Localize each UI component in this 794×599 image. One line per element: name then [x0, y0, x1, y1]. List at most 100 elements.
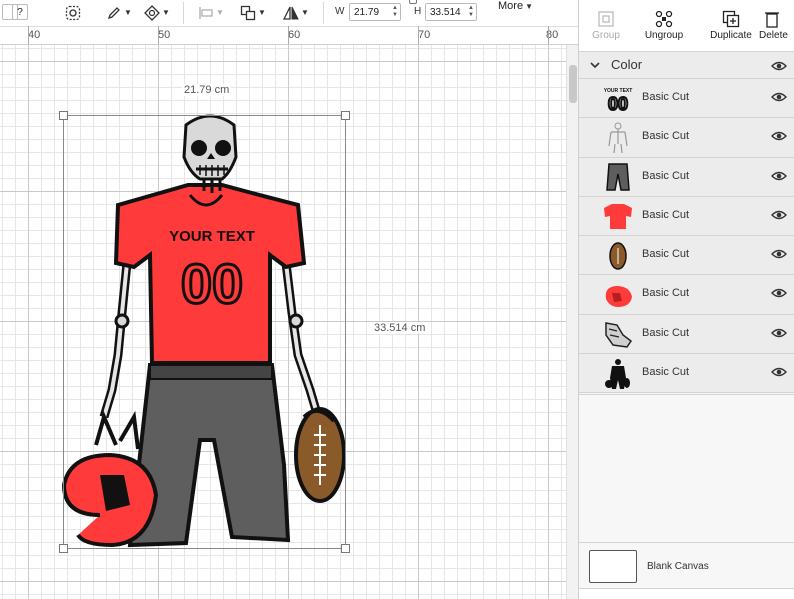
- group-button[interactable]: Group: [576, 8, 636, 41]
- duplicate-button[interactable]: Duplicate: [701, 8, 761, 41]
- more-button[interactable]: More ▼: [498, 0, 533, 12]
- arrange-icon: [240, 5, 256, 20]
- blank-canvas-row[interactable]: Blank Canvas: [579, 542, 794, 588]
- delete-icon: [765, 12, 779, 28]
- resize-handle[interactable]: [59, 544, 68, 553]
- help-label: ?: [17, 6, 23, 18]
- duplicate-icon: [722, 10, 740, 28]
- height-dimension-label: 33.514 cm: [372, 322, 428, 334]
- chevron-down-icon: ▼: [525, 2, 533, 11]
- layers-panel: Group Ungroup Duplicate Delete Color YOU…: [578, 0, 794, 599]
- offset-icon[interactable]: [63, 3, 83, 22]
- width-input[interactable]: 21.79 ▲ ▼: [349, 3, 401, 21]
- height-input[interactable]: 33.514 ▲ ▼: [425, 3, 477, 21]
- layer-row[interactable]: Basic Cut: [579, 275, 794, 315]
- eye-icon[interactable]: [771, 327, 787, 339]
- fill-icon: [144, 4, 160, 21]
- align-dropdown[interactable]: ▼: [198, 3, 224, 22]
- skeleton-thumbnail: [601, 122, 635, 153]
- chevron-down-icon: ▼: [162, 8, 170, 17]
- resize-handle[interactable]: [59, 111, 68, 120]
- top-toolbar: ? ▼ ▼ ▼ ▼ ▼ W 21.79 ▲ ▼ H 33.514 ▲ ▼ More ▼: [0, 0, 578, 27]
- fill-dropdown[interactable]: ▼: [144, 3, 170, 22]
- layer-label: Basic Cut: [642, 91, 690, 103]
- width-value: 21.79: [354, 6, 380, 18]
- silhouette-thumbnail: [601, 358, 635, 389]
- canvas-swatch[interactable]: [589, 550, 637, 583]
- eye-icon[interactable]: [771, 287, 787, 299]
- chevron-down-icon: ▼: [258, 8, 266, 17]
- height-value: 33.514: [430, 6, 461, 18]
- layer-label: Basic Cut: [642, 130, 690, 143]
- width-label: W: [335, 6, 345, 17]
- ungroup-button[interactable]: Ungroup: [634, 8, 694, 41]
- chevron-down-icon[interactable]: [589, 59, 601, 71]
- layer-row[interactable]: Basic Cut: [579, 157, 794, 197]
- layer-row[interactable]: Basic Cut: [579, 196, 794, 237]
- layers-toolbar: Group Ungroup Duplicate Delete: [579, 0, 794, 52]
- arrange-dropdown[interactable]: ▼: [240, 3, 266, 22]
- width-dimension-label: 21.79 cm: [182, 84, 232, 96]
- layer-label: Basic Cut: [642, 366, 690, 379]
- duplicate-label: Duplicate: [710, 30, 752, 41]
- resize-handle[interactable]: [341, 544, 350, 553]
- eye-icon[interactable]: [771, 209, 787, 221]
- eye-icon[interactable]: [771, 170, 787, 182]
- eye-icon[interactable]: [771, 91, 787, 103]
- vertical-scrollbar[interactable]: [566, 45, 578, 599]
- layers-empty-area: [579, 394, 794, 542]
- football-thumbnail: [601, 240, 635, 271]
- helmet-thumbnail: [601, 279, 635, 310]
- help-button[interactable]: ?: [12, 4, 28, 20]
- height-label: H: [414, 6, 422, 17]
- width-stepper[interactable]: ▲ ▼: [392, 5, 398, 19]
- design-canvas[interactable]: YOUR TEXT 00 21.79 cm 33.514 cm: [0, 45, 566, 599]
- layer-row[interactable]: Basic Cut: [579, 236, 794, 276]
- ungroup-label: Ungroup: [644, 30, 684, 41]
- layer-label: Basic Cut: [642, 208, 690, 221]
- height-stepper[interactable]: ▲ ▼: [468, 5, 474, 19]
- layer-label: Basic Cut: [642, 169, 690, 182]
- eye-icon[interactable]: [771, 60, 787, 72]
- ruler-label: 60: [288, 29, 301, 41]
- blank-canvas-label: Blank Canvas: [647, 561, 709, 572]
- lock-icon[interactable]: [409, 0, 417, 4]
- horizontal-ruler: 40 50 60 70 80: [0, 26, 578, 45]
- flip-dropdown[interactable]: ▼: [283, 3, 309, 22]
- resize-handle[interactable]: [341, 111, 350, 120]
- layer-row[interactable]: Basic Cut: [579, 118, 794, 158]
- layer-label: Basic Cut: [642, 287, 690, 300]
- scrollbar-thumb[interactable]: [569, 65, 577, 103]
- chevron-down-icon: ▼: [124, 8, 132, 17]
- layer-label: Basic Cut: [642, 248, 690, 261]
- layer-row[interactable]: YOUR TEXT 00 Basic Cut: [579, 79, 794, 119]
- panel-bottom-bar: [579, 588, 794, 599]
- pen-icon: [108, 6, 120, 19]
- layer-row[interactable]: Basic Cut: [579, 354, 794, 394]
- pants-thumbnail: [601, 162, 635, 193]
- flip-icon: [283, 6, 299, 20]
- eye-icon[interactable]: [771, 366, 787, 378]
- chevron-down-icon: ▼: [301, 8, 309, 17]
- ungroup-icon: [655, 10, 673, 28]
- layers-list: YOUR TEXT 00 Basic Cut Basic Cut Basic C…: [579, 79, 794, 394]
- layer-label: Basic Cut: [642, 326, 690, 339]
- layer-group-color[interactable]: Color: [579, 52, 794, 79]
- eye-icon[interactable]: [771, 130, 787, 142]
- thumb-number: 00: [608, 94, 628, 113]
- group-label: Group: [592, 30, 620, 41]
- align-icon: [199, 6, 213, 19]
- group-name: Color: [611, 57, 643, 72]
- linetype-dropdown[interactable]: ▼: [106, 3, 132, 22]
- chevron-down-icon: ▼: [216, 8, 224, 17]
- delete-button[interactable]: Delete: [755, 8, 794, 41]
- eye-icon[interactable]: [771, 248, 787, 260]
- ruler-label: 70: [418, 29, 431, 41]
- selection-box[interactable]: [63, 115, 346, 549]
- text-thumbnail: YOUR TEXT 00: [601, 83, 635, 114]
- shoes-thumbnail: [601, 319, 635, 350]
- layer-row[interactable]: Basic Cut: [579, 314, 794, 355]
- jersey-thumbnail: [601, 201, 635, 232]
- group-icon: [598, 11, 614, 27]
- more-label: More: [498, 0, 524, 12]
